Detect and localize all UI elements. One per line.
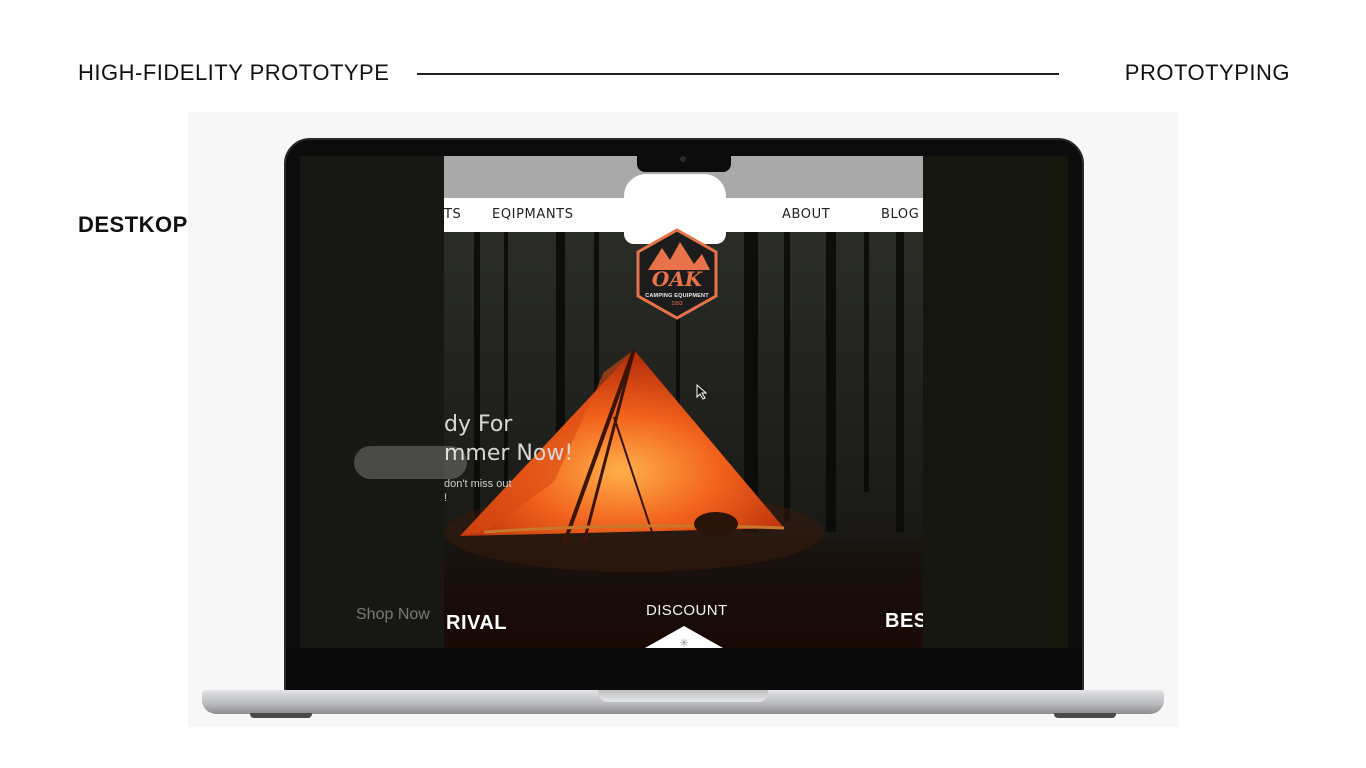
laptop-foot bbox=[250, 713, 312, 718]
svg-text:✳: ✳ bbox=[679, 636, 689, 648]
hero-subtext-line2: ! bbox=[444, 492, 448, 504]
laptop-foot bbox=[1054, 713, 1116, 718]
mouse-cursor-icon bbox=[696, 384, 708, 400]
laptop-chin bbox=[286, 648, 1082, 692]
camera-icon bbox=[680, 156, 686, 162]
logo-brand: OAK bbox=[651, 267, 703, 291]
slide-transition-left bbox=[300, 156, 444, 648]
device-label: DESTKOP bbox=[78, 212, 188, 237]
category-best-seller[interactable]: BES bbox=[885, 610, 923, 633]
header-divider bbox=[417, 73, 1059, 75]
nav-item-equipments[interactable]: EQIPMANTS bbox=[492, 207, 574, 222]
logo-tagline: CAMPING EQUIPMENT bbox=[645, 293, 709, 299]
laptop-opening-notch bbox=[598, 690, 768, 702]
hero-subtext-line1: don't miss out bbox=[444, 478, 512, 490]
slide-title: HIGH-FIDELITY PROTOTYPE bbox=[78, 60, 390, 85]
website-preview: TS EQIPMANTS ABOUT BLOG dy For mmer Now!… bbox=[444, 156, 923, 648]
slide-section-label: PROTOTYPING bbox=[1124, 60, 1290, 85]
ghost-shop-label: Shop Now bbox=[356, 606, 430, 623]
hero-heading-line1: dy For bbox=[444, 412, 513, 437]
discount-tab-shape: ✳ bbox=[645, 626, 723, 648]
ghost-shop-button[interactable] bbox=[354, 446, 467, 479]
nav-item-blog[interactable]: BLOG bbox=[881, 207, 919, 222]
logo-year: 1993 bbox=[671, 301, 683, 307]
category-new-arrival[interactable]: RIVAL bbox=[446, 612, 507, 635]
category-discount[interactable]: DISCOUNT bbox=[646, 602, 728, 619]
nav-item-fragment[interactable]: TS bbox=[444, 207, 461, 222]
nav-item-about[interactable]: ABOUT bbox=[782, 207, 830, 222]
slide-transition-right bbox=[923, 156, 1068, 648]
